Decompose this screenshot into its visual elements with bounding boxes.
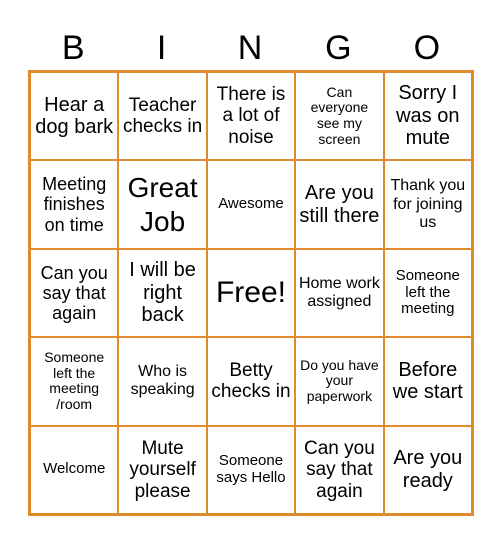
cell-text: Sorry I was on mute <box>396 82 460 150</box>
bingo-grid: Hear a dog bark Teacher checks in There … <box>28 70 474 516</box>
bingo-cell[interactable]: Who is speaking <box>118 337 207 426</box>
bingo-cell[interactable]: Are you ready <box>383 425 472 514</box>
bingo-cell[interactable]: Awesome <box>206 160 296 249</box>
cell-text: Welcome <box>43 460 106 478</box>
cell-text: Who is speaking <box>130 363 195 399</box>
bingo-cell[interactable]: Can you say that again <box>30 248 119 338</box>
cell-text: Awesome <box>218 195 284 213</box>
cell-text: Can everyone see my screen <box>310 83 369 147</box>
bingo-cell[interactable]: Thank you for joining us <box>383 160 472 249</box>
bingo-cell[interactable]: Meeting finishes on time <box>30 160 119 249</box>
header-letter-i: I <box>156 29 167 67</box>
cell-text: Someone says Hello <box>216 451 286 486</box>
cell-text: There is a lot of noise <box>216 83 286 148</box>
bingo-cell[interactable]: Home work assigned <box>295 248 384 338</box>
bingo-cell[interactable]: Teacher checks in <box>118 72 207 161</box>
cell-text: Free! <box>215 276 286 310</box>
cell-text: I will be right back <box>129 259 196 327</box>
cell-text: Are you still there <box>299 182 380 227</box>
cell-text: Teacher checks in <box>122 94 203 138</box>
bingo-cell[interactable]: There is a lot of noise <box>206 72 296 161</box>
bingo-cell[interactable]: Mute yourself please <box>118 425 207 514</box>
bingo-cell[interactable]: Do you have your paperwork <box>295 337 384 426</box>
header-letter-o: O <box>413 29 441 67</box>
cell-text: Before we start <box>392 358 463 404</box>
bingo-cell[interactable]: Someone left the meeting /room <box>30 337 119 426</box>
bingo-cell[interactable]: Sorry I was on mute <box>383 72 472 161</box>
cell-text: Someone left the meeting /room <box>44 348 105 413</box>
bingo-cell[interactable]: Before we start <box>383 337 472 426</box>
bingo-cell[interactable]: Can everyone see my screen <box>295 72 384 161</box>
bingo-cell[interactable]: Someone left the meeting <box>383 248 472 338</box>
cell-text: Can you say that again <box>40 262 108 324</box>
bingo-cell[interactable]: Great Job <box>118 160 207 249</box>
bingo-cell[interactable]: Someone says Hello <box>206 425 296 514</box>
cell-text: Someone left the meeting <box>395 266 460 318</box>
bingo-cell[interactable]: Betty checks in <box>206 337 296 426</box>
bingo-cell[interactable]: Can you say that again <box>295 425 384 514</box>
cell-text: Can you say that again <box>304 437 375 502</box>
cell-text: Mute yourself please <box>129 437 196 502</box>
cell-text: Betty checks in <box>211 359 291 403</box>
cell-text: Thank you for joining us <box>390 177 466 231</box>
cell-text: Home work assigned <box>298 274 380 310</box>
bingo-cell[interactable]: Hear a dog bark <box>30 72 119 161</box>
header-letter-n: N <box>237 29 263 67</box>
cell-text: Do you have your paperwork <box>300 356 379 405</box>
bingo-header: B I N G O <box>29 26 471 70</box>
cell-text: Meeting finishes on time <box>42 174 107 235</box>
bingo-cell[interactable]: I will be right back <box>118 248 207 338</box>
cell-text: Great Job <box>127 172 198 237</box>
bingo-cell[interactable]: Are you still there <box>295 160 384 249</box>
bingo-cell[interactable]: Welcome <box>30 425 119 514</box>
cell-text: Are you ready <box>393 447 463 492</box>
cell-text: Hear a dog bark <box>35 93 114 139</box>
header-letter-b: B <box>61 29 85 67</box>
free-space-cell[interactable]: Free! <box>206 248 296 338</box>
header-letter-g: G <box>325 29 352 67</box>
